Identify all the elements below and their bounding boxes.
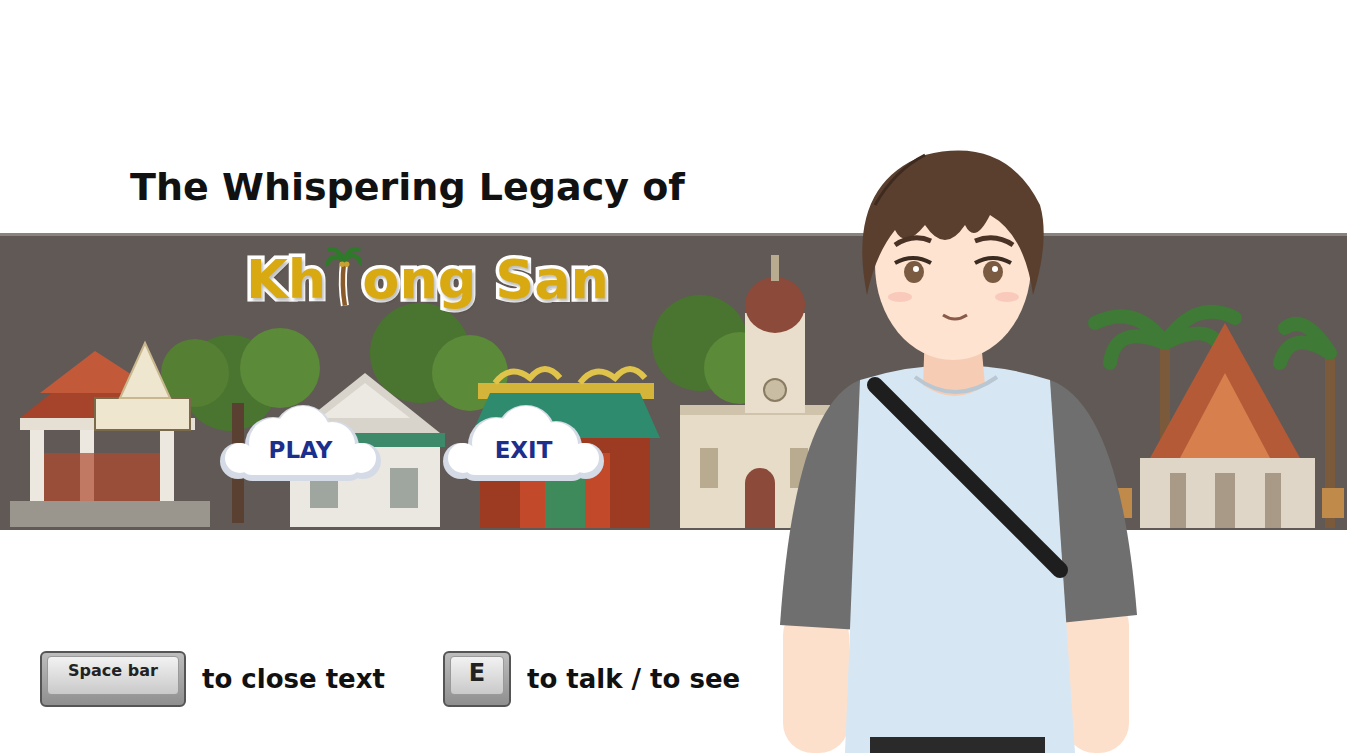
menu-button[interactable]: EXIT — [441, 403, 606, 485]
menu-button[interactable]: PLAY — [218, 403, 383, 485]
logo-text-end: ong San — [362, 245, 609, 315]
control-action: to close text — [202, 664, 385, 694]
logo-text-start: Kh — [246, 245, 326, 315]
keyboard-key: E — [443, 651, 511, 707]
control-hint: Space bar to close text — [40, 651, 385, 707]
keyboard-key: Space bar — [40, 651, 186, 707]
control-hint: E to talk / to see — [443, 651, 740, 707]
game-title: The Whispering Legacy of — [130, 158, 1347, 216]
title-row: The Whispering Legacy of — [0, 0, 1347, 216]
controls-legend: Space bar to close text E to talk / to se… — [0, 651, 1347, 707]
game-logo: Kh ong San — [0, 233, 1347, 315]
character-figure-icon — [775, 145, 1145, 753]
main-menu: PLAY EXIT — [0, 403, 1347, 485]
scenery-banner: Kh ong San PLAY EXIT — [0, 233, 1347, 530]
scenery-illustration-icon — [0, 233, 1347, 530]
title-screen: The Whispering Legacy of Kh ong San PLAY… — [0, 0, 1347, 753]
palm-tree-icon — [326, 239, 362, 311]
control-action: to talk / to see — [527, 664, 740, 694]
